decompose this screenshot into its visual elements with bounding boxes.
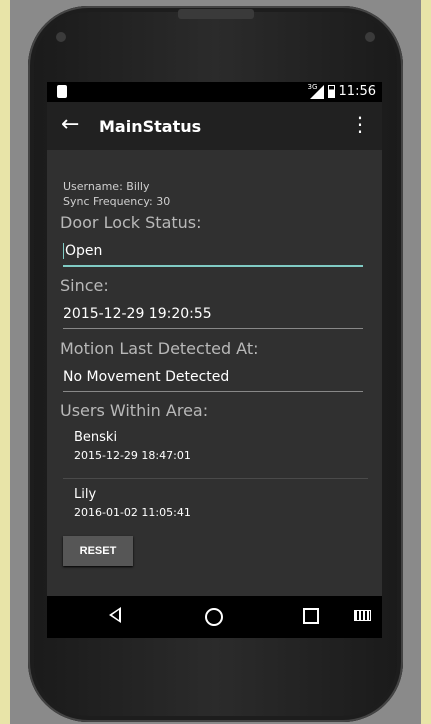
sd-card-icon	[57, 85, 67, 98]
nav-back-icon[interactable]	[109, 607, 121, 623]
text-cursor	[63, 243, 64, 259]
since-value: 2015-12-29 19:20:55	[63, 306, 212, 322]
app-toolbar: ← MainStatus ⋮	[47, 102, 382, 150]
battery-icon	[327, 85, 335, 98]
motion-value: No Movement Detected	[63, 369, 230, 385]
door-lock-field[interactable]: Open	[63, 243, 363, 267]
list-item[interactable]: Lily 2016-01-02 11:05:41	[74, 487, 191, 519]
since-field[interactable]: 2015-12-29 19:20:55	[63, 306, 363, 329]
nav-recents-icon[interactable]	[303, 608, 319, 624]
nav-home-icon[interactable]	[205, 608, 223, 626]
sensor-dot	[56, 32, 66, 42]
network-type: 3G	[307, 82, 318, 91]
user-name: Lily	[74, 487, 97, 502]
since-label: Since:	[60, 276, 109, 295]
reset-button[interactable]: RESET	[63, 536, 133, 566]
user-time: 2015-12-29 18:47:01	[74, 449, 191, 462]
main-content: Username: Billy Sync Frequency: 30 Door …	[47, 150, 382, 596]
door-lock-value: Open	[65, 243, 103, 259]
motion-field[interactable]: No Movement Detected	[63, 369, 363, 392]
front-camera	[365, 32, 375, 42]
list-divider	[63, 478, 368, 479]
status-bar: 3G 11:56	[47, 82, 382, 102]
list-item[interactable]: Benski 2015-12-29 18:47:01	[74, 430, 191, 462]
user-time: 2016-01-02 11:05:41	[74, 506, 191, 519]
door-lock-label: Door Lock Status:	[60, 213, 202, 232]
user-name: Benski	[74, 430, 118, 445]
speaker-grille	[178, 9, 254, 19]
sync-frequency-text: Sync Frequency: 30	[63, 195, 171, 208]
back-arrow-icon[interactable]: ←	[61, 112, 79, 137]
page-title: MainStatus	[99, 117, 202, 136]
signal-icon: 3G	[307, 82, 324, 99]
device-screen: 3G 11:56 ← MainStatus ⋮ Username: Billy …	[47, 82, 382, 638]
keyboard-icon[interactable]	[354, 610, 371, 621]
overflow-menu-icon[interactable]: ⋮	[350, 114, 370, 134]
navigation-bar	[47, 596, 382, 638]
users-within-area-label: Users Within Area:	[60, 401, 209, 420]
motion-label: Motion Last Detected At:	[60, 339, 259, 358]
username-text: Username: Billy	[63, 180, 150, 193]
clock: 11:56	[338, 84, 376, 99]
status-icons: 3G 11:56	[307, 82, 376, 100]
